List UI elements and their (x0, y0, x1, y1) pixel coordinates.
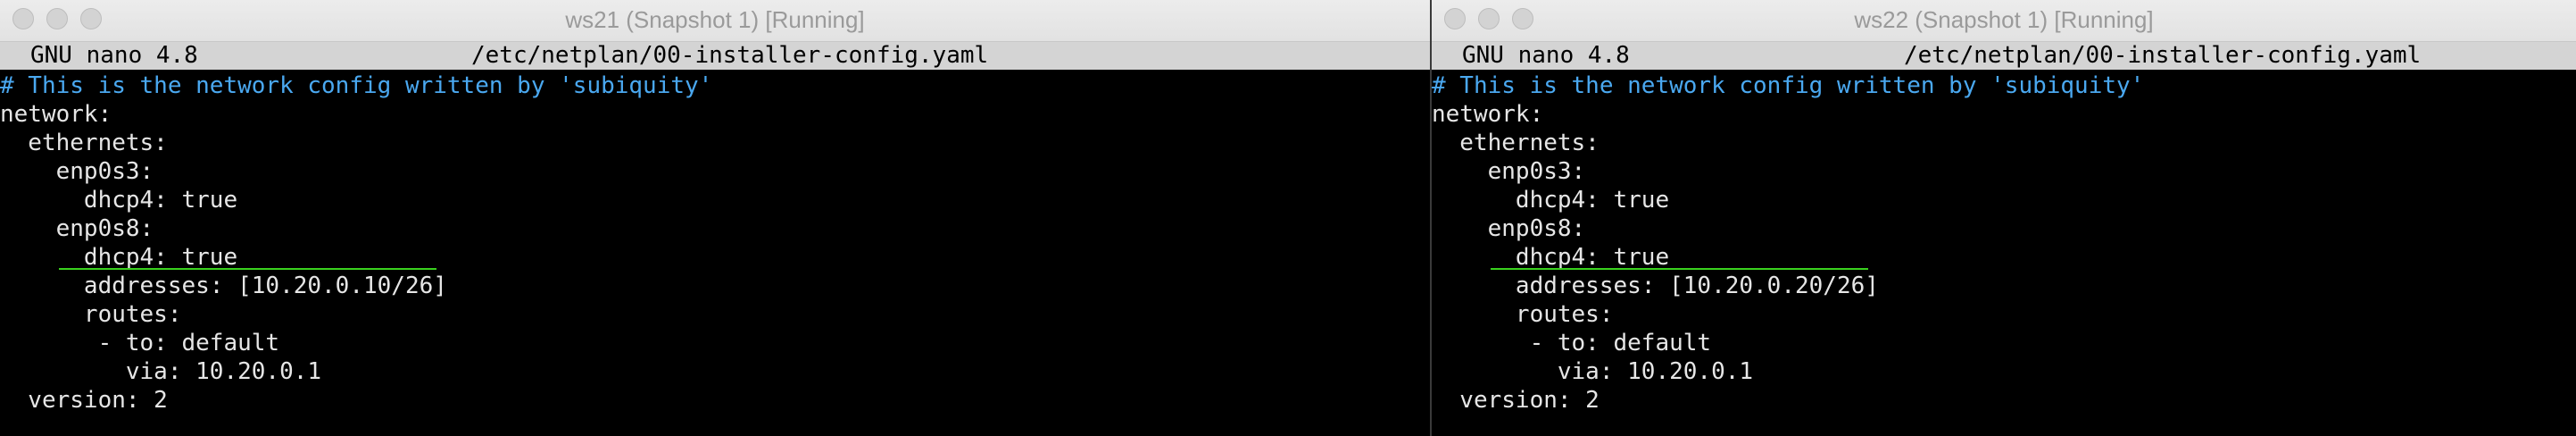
config-line: via: 10.20.0.1 (0, 358, 322, 385)
config-line: addresses: [10.20.0.10/26] (0, 272, 447, 299)
nano-editor-area[interactable]: # This is the network config written by … (1432, 71, 2576, 436)
config-line: # This is the network config written by … (1432, 72, 2145, 99)
config-line: enp0s3: (1432, 158, 1586, 185)
window-title: ws21 (Snapshot 1) [Running] (565, 6, 865, 33)
config-line: - to: default (1432, 330, 1712, 356)
config-line: addresses: [10.20.0.20/26] (1432, 272, 1879, 299)
nano-editor-area[interactable]: # This is the network config written by … (0, 71, 1430, 436)
config-line: ethernets: (0, 130, 168, 156)
vm-window-ws22[interactable]: ws22 (Snapshot 1) [Running] GNU nano 4.8… (1432, 0, 2576, 436)
config-line: - to: default (0, 330, 280, 356)
annotation-underline (1491, 268, 1868, 270)
config-line: ethernets: (1432, 130, 1600, 156)
config-line: routes: (0, 301, 182, 328)
config-line: network: (1432, 101, 1544, 128)
config-line: enp0s8: (0, 215, 154, 242)
config-line: routes: (1432, 301, 1614, 328)
window-title: ws22 (Snapshot 1) [Running] (1854, 6, 2154, 33)
window-titlebar[interactable]: ws22 (Snapshot 1) [Running] (1432, 0, 2576, 42)
nano-title-bar: GNU nano 4.8 /etc/netplan/00-installer-c… (1432, 42, 2576, 70)
nano-version: GNU nano 4.8 (1462, 42, 1630, 69)
nano-title-bar: GNU nano 4.8 /etc/netplan/00-installer-c… (0, 42, 1430, 70)
config-line: network: (0, 101, 112, 128)
nano-file-path: /etc/netplan/00-installer-config.yaml (471, 42, 989, 69)
config-line: dhcp4: true (0, 187, 238, 214)
config-line: version: 2 (0, 387, 168, 414)
config-line: enp0s3: (0, 158, 154, 185)
window-titlebar[interactable]: ws21 (Snapshot 1) [Running] (0, 0, 1430, 42)
annotation-underline (59, 268, 436, 270)
config-line: # This is the network config written by … (0, 72, 713, 99)
nano-version: GNU nano 4.8 (30, 42, 198, 69)
config-line: enp0s8: (1432, 215, 1586, 242)
config-line: via: 10.20.0.1 (1432, 358, 1754, 385)
vm-window-ws21[interactable]: ws21 (Snapshot 1) [Running] GNU nano 4.8… (0, 0, 1430, 436)
nano-file-path: /etc/netplan/00-installer-config.yaml (1904, 42, 2422, 69)
config-line: version: 2 (1432, 387, 1600, 414)
config-line: dhcp4: true (1432, 187, 1670, 214)
